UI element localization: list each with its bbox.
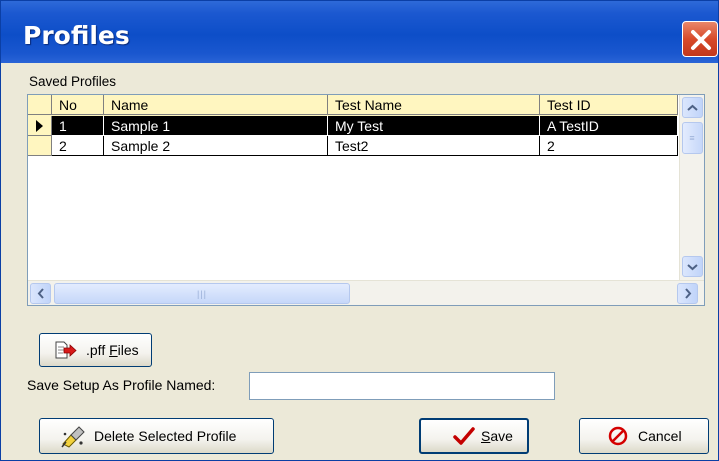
scroll-left-button[interactable]: [30, 283, 51, 304]
pff-prefix: .pff: [86, 342, 110, 358]
vertical-scroll-thumb[interactable]: ≡: [682, 122, 703, 154]
saved-profiles-label: Saved Profiles: [29, 74, 117, 89]
pff-mnemonic: F: [109, 342, 118, 358]
grid-header: No Name Test Name Test ID: [28, 95, 678, 116]
table-row[interactable]: 1 Sample 1 My Test A TestID: [52, 116, 678, 136]
cell-test-name[interactable]: My Test: [328, 116, 540, 136]
current-row-arrow-icon: [36, 120, 43, 132]
table-row[interactable]: 2 Sample 2 Test2 2: [52, 136, 678, 156]
save-mnemonic: S: [481, 428, 491, 444]
save-rest: ave: [490, 428, 513, 444]
save-label: Save: [481, 428, 513, 444]
delete-selected-profile-button[interactable]: Delete Selected Profile: [39, 418, 274, 454]
no-entry-icon: [608, 426, 628, 446]
cell-test-id[interactable]: A TestID: [540, 116, 678, 136]
cell-test-name[interactable]: Test2: [328, 136, 540, 156]
row-selector[interactable]: [28, 116, 52, 136]
column-header-name[interactable]: Name: [104, 95, 328, 115]
header-corner: [28, 95, 52, 115]
horizontal-scroll-thumb[interactable]: |||: [54, 283, 350, 304]
scroll-right-button[interactable]: [677, 283, 698, 304]
cell-no[interactable]: 1: [52, 116, 104, 136]
chevron-up-icon: [687, 104, 698, 111]
profile-name-input[interactable]: [249, 372, 555, 400]
window-title: Profiles: [23, 21, 130, 50]
cell-no[interactable]: 2: [52, 136, 104, 156]
chevron-left-icon: [37, 288, 44, 299]
close-button[interactable]: [682, 21, 718, 57]
row-selector[interactable]: [28, 136, 52, 156]
vertical-scrollbar[interactable]: ≡: [679, 95, 704, 280]
scroll-down-button[interactable]: [682, 256, 703, 277]
grip-icon: |||: [196, 288, 208, 299]
cell-test-id[interactable]: 2: [540, 136, 678, 156]
cell-name[interactable]: Sample 1: [104, 116, 328, 136]
checkmark-icon: [453, 427, 475, 445]
cancel-label: Cancel: [638, 428, 682, 444]
chevron-right-icon: [684, 288, 691, 299]
profiles-grid[interactable]: No Name Test Name Test ID 1 Sample 1 My …: [27, 94, 705, 306]
save-button[interactable]: Save: [419, 418, 529, 454]
pff-files-label: .pff Files: [86, 342, 139, 358]
scroll-up-button[interactable]: [682, 97, 703, 118]
save-setup-label: Save Setup As Profile Named:: [27, 377, 216, 393]
cancel-button[interactable]: Cancel: [579, 418, 709, 454]
cell-name[interactable]: Sample 2: [104, 136, 328, 156]
eraser-icon: [61, 426, 85, 448]
column-header-test-name[interactable]: Test Name: [328, 95, 540, 115]
file-export-icon: [55, 341, 77, 359]
title-bar[interactable]: Profiles: [1, 1, 718, 63]
column-header-test-id[interactable]: Test ID: [540, 95, 678, 115]
horizontal-scrollbar[interactable]: |||: [28, 280, 704, 305]
close-icon: [691, 30, 711, 50]
pff-files-button[interactable]: .pff Files: [39, 333, 152, 367]
delete-label: Delete Selected Profile: [94, 428, 237, 444]
column-header-no[interactable]: No: [52, 95, 104, 115]
profiles-dialog: Profiles Saved Profiles No Name Test Nam…: [0, 0, 719, 461]
pff-rest: iles: [117, 342, 139, 358]
grip-icon: ≡: [689, 133, 696, 143]
chevron-down-icon: [687, 263, 698, 270]
